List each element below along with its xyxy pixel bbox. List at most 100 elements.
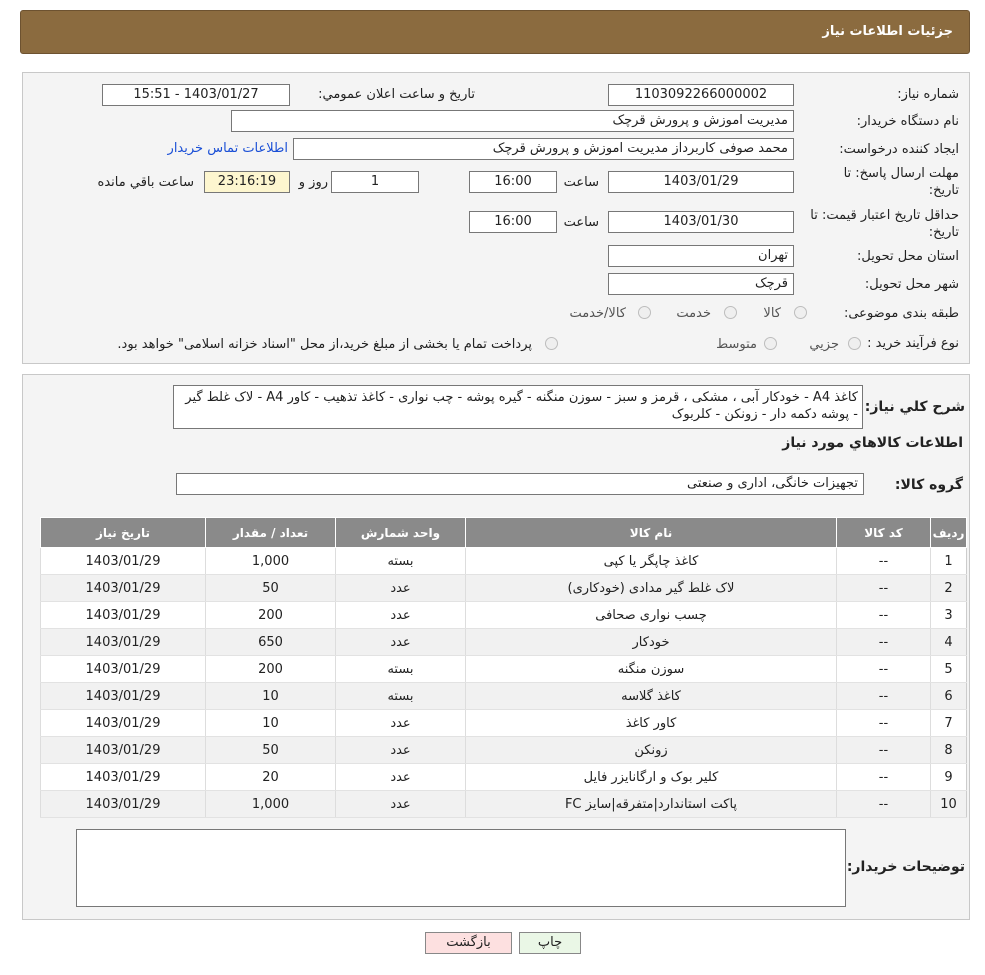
payment-checkbox[interactable] bbox=[545, 337, 558, 350]
cell-row: 2 bbox=[930, 574, 967, 602]
cell-date: 1403/01/29 bbox=[40, 547, 206, 575]
deadline-label: مهلت ارسال پاسخ: تا تاریخ: bbox=[843, 166, 959, 198]
cell-unit: عدد bbox=[335, 790, 466, 818]
announce-field: 1403/01/27 - 15:51 bbox=[102, 84, 290, 106]
cell-name: چسب نواری صحافی bbox=[465, 601, 837, 629]
cell-unit: عدد bbox=[335, 763, 466, 791]
category-option-goods: کالا bbox=[763, 306, 781, 321]
table-row: 7 -- کاور کاغذ عدد 10 1403/01/29 bbox=[40, 709, 967, 737]
province-field: تهران bbox=[608, 245, 794, 267]
goods-table: ردیف کد کالا نام کالا واحد شمارش تعداد /… bbox=[40, 517, 967, 818]
buyer-contact-link[interactable]: اطلاعات تماس خریدار bbox=[168, 141, 288, 156]
print-button[interactable]: چاپ bbox=[519, 932, 581, 954]
cell-name: زونکن bbox=[465, 736, 837, 764]
cell-row: 6 bbox=[930, 682, 967, 710]
category-radio-service[interactable] bbox=[724, 306, 737, 319]
requester-label: ایجاد کننده درخواست: bbox=[839, 142, 959, 157]
page-title: جزئیات اطلاعات نیاز bbox=[822, 24, 953, 39]
days-label: روز و bbox=[298, 175, 328, 190]
cell-unit: عدد bbox=[335, 601, 466, 629]
cell-code: -- bbox=[836, 574, 931, 602]
table-row: 6 -- کاغذ گلاسه بسته 10 1403/01/29 bbox=[40, 682, 967, 710]
cell-code: -- bbox=[836, 709, 931, 737]
summary-textarea[interactable]: كاغذ A4 - خودکار آبی ، مشکی ، قرمز و سبز… bbox=[173, 385, 863, 429]
page-header: جزئیات اطلاعات نیاز bbox=[20, 10, 970, 54]
payment-note: پرداخت تمام یا بخشی از مبلغ خرید،از محل … bbox=[117, 337, 532, 352]
need-info-panel: شماره نیاز: 1103092266000002 تاریخ و ساع… bbox=[22, 72, 970, 364]
cell-qty: 1,000 bbox=[205, 547, 336, 575]
cell-qty: 650 bbox=[205, 628, 336, 656]
cell-name: کاور کاغذ bbox=[465, 709, 837, 737]
cell-unit: عدد bbox=[335, 574, 466, 602]
cell-unit: بسته bbox=[335, 655, 466, 683]
buyer-notes-textarea[interactable] bbox=[76, 829, 846, 907]
cell-date: 1403/01/29 bbox=[40, 628, 206, 656]
table-row: 1 -- کاغذ چاپگر یا کپی بسته 1,000 1403/01/29 bbox=[40, 547, 967, 575]
deadline-time-field: 16:00 bbox=[469, 171, 557, 193]
cell-code: -- bbox=[836, 628, 931, 656]
goods-table-header: ردیف کد کالا نام کالا واحد شمارش تعداد /… bbox=[40, 517, 967, 548]
cell-qty: 50 bbox=[205, 574, 336, 602]
cell-unit: بسته bbox=[335, 682, 466, 710]
city-field: قرچک bbox=[608, 273, 794, 295]
category-label: طبقه بندی موضوعی: bbox=[843, 306, 959, 321]
cell-row: 1 bbox=[930, 547, 967, 575]
group-label: گروه کالا: bbox=[894, 477, 963, 493]
process-radio-medium[interactable] bbox=[764, 337, 777, 350]
days-field: 1 bbox=[331, 171, 419, 193]
cell-date: 1403/01/29 bbox=[40, 682, 206, 710]
cell-name: سوزن منگنه bbox=[465, 655, 837, 683]
process-option-medium: متوسط bbox=[716, 337, 757, 352]
cell-qty: 1,000 bbox=[205, 790, 336, 818]
need-number-field: 1103092266000002 bbox=[608, 84, 794, 106]
cell-name: کاغذ گلاسه bbox=[465, 682, 837, 710]
cell-code: -- bbox=[836, 763, 931, 791]
table-row: 9 -- کلیر بوک و ارگانایزر فایل عدد 20 1403/01… bbox=[40, 763, 967, 791]
table-row: 2 -- لاک غلط گیر مدادی (خودکاری) عدد 50 1403/… bbox=[40, 574, 967, 602]
group-field: تجهیزات خانگی، اداری و صنعتی bbox=[176, 473, 864, 495]
need-details-panel: شرح كلي نياز: كاغذ A4 - خودکار آبی ، مشک… bbox=[22, 374, 970, 920]
cell-date: 1403/01/29 bbox=[40, 763, 206, 791]
cell-unit: عدد bbox=[335, 709, 466, 737]
city-label: شهر محل تحویل: bbox=[864, 277, 959, 292]
province-label: استان محل تحویل: bbox=[857, 249, 959, 264]
cell-qty: 50 bbox=[205, 736, 336, 764]
process-radio-small[interactable] bbox=[848, 337, 861, 350]
table-row: 5 -- سوزن منگنه بسته 200 1403/01/29 bbox=[40, 655, 967, 683]
category-option-both: کالا/خدمت bbox=[569, 306, 626, 321]
buyer-notes-label: توضیحات خریدار: bbox=[846, 859, 965, 875]
cell-code: -- bbox=[836, 790, 931, 818]
buyer-org-label: نام دستگاه خریدار: bbox=[856, 114, 959, 129]
category-radio-both[interactable] bbox=[638, 306, 651, 319]
cell-name: لاک غلط گیر مدادی (خودکاری) bbox=[465, 574, 837, 602]
cell-name: کلیر بوک و ارگانایزر فایل bbox=[465, 763, 837, 791]
table-row: 3 -- چسب نواری صحافی عدد 200 1403/01/29 bbox=[40, 601, 967, 629]
cell-row: 5 bbox=[930, 655, 967, 683]
deadline-time-label: ساعت bbox=[563, 175, 599, 190]
process-label: نوع فرآیند خرید : bbox=[867, 336, 959, 351]
category-radio-goods[interactable] bbox=[794, 306, 807, 319]
goods-info-title: اطلاعات کالاهاي مورد نياز bbox=[782, 435, 963, 451]
cell-date: 1403/01/29 bbox=[40, 601, 206, 629]
table-row: 4 -- خودکار عدد 650 1403/01/29 bbox=[40, 628, 967, 656]
cell-unit: عدد bbox=[335, 736, 466, 764]
cell-code: -- bbox=[836, 736, 931, 764]
process-option-small: جزیي bbox=[809, 337, 839, 352]
col-code: کد کالا bbox=[836, 517, 931, 548]
cell-qty: 200 bbox=[205, 601, 336, 629]
col-qty: تعداد / مقدار bbox=[205, 517, 336, 548]
cell-code: -- bbox=[836, 655, 931, 683]
cell-unit: بسته bbox=[335, 547, 466, 575]
cell-name: کاغذ چاپگر یا کپی bbox=[465, 547, 837, 575]
cell-code: -- bbox=[836, 601, 931, 629]
cell-code: -- bbox=[836, 547, 931, 575]
table-row: 8 -- زونکن عدد 50 1403/01/29 bbox=[40, 736, 967, 764]
cell-qty: 10 bbox=[205, 682, 336, 710]
cell-row: 9 bbox=[930, 763, 967, 791]
cell-row: 10 bbox=[930, 790, 967, 818]
cell-qty: 20 bbox=[205, 763, 336, 791]
back-button[interactable]: بازگشت bbox=[425, 932, 512, 954]
validity-date-field: 1403/01/30 bbox=[608, 211, 794, 233]
col-name: نام کالا bbox=[465, 517, 837, 548]
col-date: تاریخ نیاز bbox=[40, 517, 206, 548]
